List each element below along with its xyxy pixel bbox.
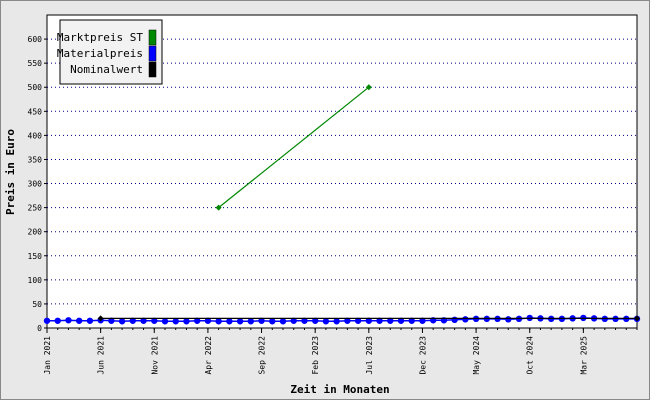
y-tick-label: 400 [28, 131, 43, 140]
legend-label: Nominalwert [70, 63, 143, 76]
x-axis-ticks: Jan 2021 Jun 2021 Nov 2021 Apr 2022 Sep 2022… [43, 328, 638, 375]
x-axis-label: Zeit in Monaten [290, 383, 389, 396]
data-point [172, 318, 179, 325]
data-point [75, 317, 83, 324]
data-point [118, 318, 126, 325]
legend-swatch [148, 45, 157, 62]
y-tick-label: 100 [28, 276, 43, 285]
x-tick-label: Nov 2021 [150, 336, 159, 375]
x-tick-label: Jan 2021 [43, 336, 52, 375]
data-point [65, 317, 72, 324]
legend-label: Marktpreis ST [57, 31, 143, 44]
y-tick-label: 50 [32, 300, 42, 309]
data-point [462, 316, 469, 323]
x-tick-label: Apr 2022 [204, 336, 213, 375]
data-point [183, 318, 190, 325]
y-tick-label: 250 [28, 204, 43, 213]
y-tick-label: 200 [28, 228, 43, 237]
x-tick-label: Jun 2021 [97, 336, 106, 375]
y-tick-label: 300 [28, 180, 43, 189]
data-point [333, 318, 340, 325]
y-axis-ticks: 0 50 100 150 200 250 300 350 400 450 500 550 600 [28, 35, 47, 333]
y-tick-label: 0 [37, 324, 42, 333]
data-point [247, 318, 255, 325]
legend: Marktpreis ST Materialpreis Nominalwert [57, 19, 163, 85]
x-tick-label: Feb 2023 [311, 336, 320, 375]
data-point [43, 317, 51, 324]
data-point [322, 318, 330, 325]
y-axis-label: Preis in Euro [4, 129, 17, 215]
legend-swatch [148, 29, 157, 46]
data-point [161, 318, 169, 325]
data-point [279, 318, 287, 325]
data-point [215, 318, 222, 325]
y-tick-label: 150 [28, 252, 43, 261]
data-point [236, 318, 244, 325]
data-point [54, 317, 61, 324]
x-tick-label: Sep 2022 [258, 336, 267, 375]
y-tick-label: 450 [28, 107, 43, 116]
x-tick-label: May 2024 [472, 336, 481, 375]
legend-swatch [148, 61, 157, 78]
y-tick-label: 550 [28, 59, 43, 68]
y-tick-label: 600 [28, 35, 43, 44]
data-point [269, 318, 276, 325]
x-tick-label: Oct 2024 [526, 336, 535, 375]
data-point [505, 316, 512, 323]
y-tick-label: 350 [28, 155, 43, 164]
y-tick-label: 500 [28, 83, 43, 92]
data-point [86, 317, 94, 324]
data-point [451, 316, 458, 324]
x-tick-label: Dec 2023 [418, 336, 427, 375]
data-point [226, 318, 233, 325]
legend-label: Materialpreis [57, 47, 143, 60]
x-tick-label: Jul 2023 [365, 336, 374, 375]
x-tick-label: Mar 2025 [579, 336, 588, 375]
price-chart: 0 50 100 150 200 250 300 350 400 450 500 550 600 Jan… [4, 14, 641, 396]
